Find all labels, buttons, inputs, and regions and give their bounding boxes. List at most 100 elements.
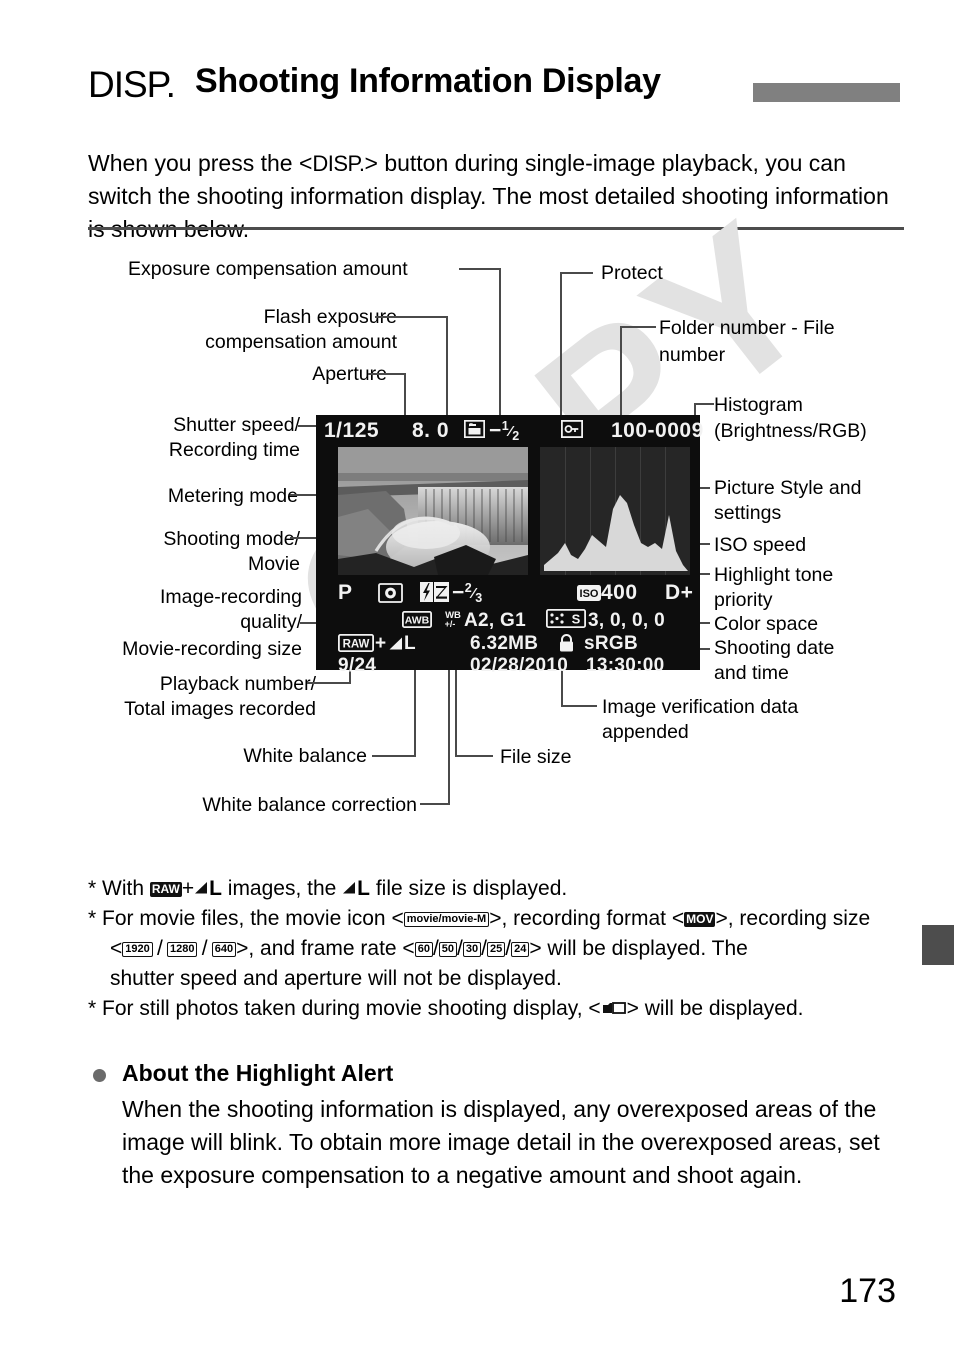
size-1920-icon: 1920 [122, 942, 153, 958]
flash-exposure-compensation-icon [420, 582, 449, 607]
size-640-icon: 640 [211, 942, 237, 958]
lcd-highlight-tone-priority: D+ [665, 581, 694, 604]
label-folder-file-line2: number [659, 344, 726, 366]
lcd-exposure-compensation-value: −1⁄2 [489, 419, 520, 444]
footnote-movie-files-line2: <1920 / 1280 / 640 >, and frame rate <60/… [110, 937, 748, 961]
leader-protect-h [560, 272, 593, 274]
histogram-plot [544, 495, 688, 571]
label-histogram-line2: (Brightness/RGB) [714, 420, 867, 442]
evaluative-metering-icon [378, 583, 403, 608]
wb-shift-icon: WB +/- [442, 609, 464, 634]
histogram-baseline-bar [578, 564, 668, 569]
mov-format-icon: MOV [684, 912, 716, 928]
label-playback-number-line1: Playback number/ [159, 673, 316, 695]
lcd-wb-shift-value: A2, G1 [464, 610, 526, 631]
leader-wbcorr-h [420, 803, 450, 805]
iso-badge-icon: ISO [577, 585, 601, 606]
lcd-info-row-2: AWB WB +/- A2, G1 S 3, 0, 0, 0 [324, 608, 694, 634]
label-color-space: Color space [714, 613, 819, 635]
footnote-movie-files: * For movie files, the movie icon < movie… [88, 907, 871, 931]
label-movie-recording-size: Movie-recording size [122, 638, 302, 660]
label-folder-file-line1: Folder number - File [659, 317, 835, 339]
lcd-picture-style-values: 3, 0, 0, 0 [588, 610, 665, 631]
highlight-alert-body: When the shooting information is display… [122, 1096, 880, 1188]
svg-text:AWB: AWB [405, 615, 430, 627]
label-aperture: Aperture [312, 363, 387, 385]
raw-quality-icon: RAW [337, 633, 375, 657]
leader-verify-h [561, 705, 597, 707]
lcd-flash-exp-comp-value: −2⁄3 [452, 581, 483, 606]
lcd-shooting-date: 02/28/2010 [470, 655, 569, 676]
footnote-raw-filesize: * With RAW+ L images, the L file size is … [88, 874, 918, 904]
rate-60-icon: 60 [414, 942, 433, 958]
camera-lcd-display: 1/125 8. 0 −1⁄2 100-0009 P −2⁄3 ISO 400 … [316, 415, 703, 676]
leader-filesize-h [455, 755, 493, 757]
page-header: DISP. Shooting Information Display [88, 58, 904, 114]
label-highlight-tone-line1: Highlight tone [714, 564, 834, 586]
leader-exp-comp-h [459, 268, 501, 270]
lcd-color-space: sRGB [584, 633, 638, 654]
histogram-chart [540, 447, 690, 575]
rate-25-icon: 25 [486, 942, 506, 958]
flash-exp-fraction: 2⁄3 [464, 581, 483, 606]
rate-30-icon: 30 [462, 942, 482, 958]
lcd-aperture: 8. 0 [412, 419, 450, 442]
label-image-verification-line2: appended [602, 721, 689, 743]
large-fine-quality-icon [388, 636, 404, 656]
label-picture-style-line1: Picture Style and [714, 477, 862, 499]
footnote-movie-files-line3: shutter speed and aperture will not be d… [110, 967, 562, 991]
section-divider [88, 227, 904, 230]
intro-text-part1: When you press the < [88, 150, 313, 176]
movie-still-icon [601, 995, 627, 1025]
highlight-alert-block: About the Highlight Alert When the shoot… [88, 1060, 918, 1192]
label-picture-style-line2: settings [714, 502, 782, 524]
rate-50-icon: 50 [438, 942, 458, 958]
movie-icons: movie/movie-M [403, 912, 490, 928]
intro-paragraph: When you press the <DISP.> button during… [88, 147, 904, 246]
highlight-alert-heading: About the Highlight Alert [88, 1060, 918, 1087]
label-shooting-date-line2: and time [714, 662, 789, 684]
awb-icon: AWB [401, 610, 433, 633]
page-number: 173 [839, 1272, 896, 1310]
protect-key-icon [560, 419, 584, 443]
label-image-rec-quality-line2: quality/ [240, 611, 302, 633]
lcd-playback-number: 9/24 [338, 655, 377, 676]
lock-icon [558, 634, 575, 657]
label-playback-number-line2: Total images recorded [124, 698, 316, 720]
label-exposure-compensation-amount: Exposure compensation amount [128, 258, 408, 280]
rate-24-icon: 24 [511, 942, 530, 958]
size-1280-icon: 1280 [167, 942, 198, 958]
label-image-verification-line1: Image verification data [602, 696, 799, 718]
label-shooting-mode-line2: Movie [247, 553, 300, 575]
footnote-still-photos: * For still photos taken during movie sh… [88, 994, 918, 1024]
label-shooting-date-line1: Shooting date [714, 637, 835, 659]
label-white-balance-correction: White balance correction [202, 794, 417, 816]
label-iso-speed: ISO speed [714, 534, 807, 556]
disp-button-glyph: DISP. [88, 64, 176, 105]
exposure-compensation-icon [463, 419, 486, 443]
label-shutter-speed-line2: Recording time [168, 439, 300, 461]
highlight-alert-heading-text: About the Highlight Alert [122, 1060, 394, 1086]
svg-text:ISO: ISO [580, 588, 599, 600]
image-thumbnail [338, 447, 528, 575]
label-flash-exp-comp-line1: Flash exposure [263, 306, 397, 328]
lcd-shooting-mode: P [338, 581, 353, 604]
label-shooting-mode-line1: Shooting mode/ [163, 528, 300, 550]
lcd-info-row-3: RAW + L 6.32MB sRGB [324, 633, 694, 657]
lcd-shooting-time: 13:30:00 [586, 655, 665, 676]
lcd-top-row: 1/125 8. 0 −1⁄2 100-0009 [324, 419, 703, 445]
chapter-side-tab [922, 925, 954, 965]
bullet-icon [93, 1069, 106, 1082]
leader-wb-h [372, 755, 416, 757]
svg-text:S: S [572, 612, 581, 627]
svg-text:+/-: +/- [445, 619, 456, 629]
lcd-file-size: 6.32MB [470, 633, 539, 654]
large-fine-icon [194, 874, 209, 904]
lcd-quality-plus: + [375, 633, 387, 654]
lcd-iso-value: 400 [601, 581, 638, 604]
label-image-rec-quality-line1: Image-recording [160, 586, 302, 608]
label-flash-exp-comp-line2: compensation amount [205, 331, 397, 353]
footnotes-section: * With RAW+ L images, the L file size is … [88, 874, 918, 1025]
label-white-balance: White balance [243, 745, 367, 767]
page-title: Shooting Information Display [195, 62, 661, 100]
